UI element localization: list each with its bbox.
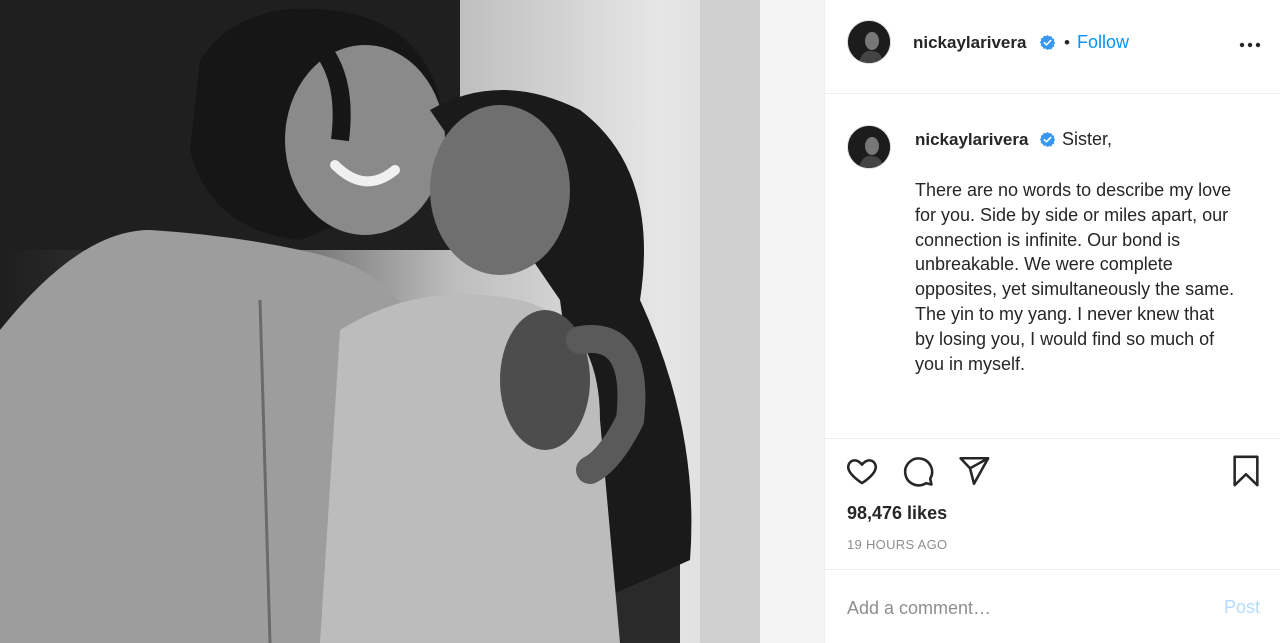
photo-illustration — [0, 0, 824, 643]
caption-avatar[interactable] — [847, 125, 891, 169]
caption-username[interactable]: nickaylarivera — [915, 130, 1028, 150]
comment-input[interactable] — [847, 593, 1207, 623]
avatar-image — [848, 21, 890, 63]
avatar-image — [848, 126, 890, 168]
likes-count[interactable]: 98,476 likes — [847, 503, 947, 524]
caption-text: There are no words to describe my love f… — [915, 180, 1235, 374]
separator-dot: • — [1064, 33, 1070, 52]
avatar[interactable] — [847, 20, 891, 64]
header-username[interactable]: nickaylarivera — [913, 33, 1026, 53]
post-sidebar: nickaylarivera • Follow nickaylarivera S… — [824, 0, 1280, 643]
post-actions: 98,476 likes 19 HOURS AGO — [825, 438, 1280, 570]
more-options-icon[interactable] — [1237, 32, 1263, 58]
caption-first-line: Sister, — [1062, 129, 1113, 149]
verified-badge-icon — [1039, 35, 1056, 50]
post-header: nickaylarivera • Follow — [825, 0, 1280, 94]
post-timestamp[interactable]: 19 HOURS AGO — [847, 537, 947, 552]
verified-badge-icon — [1039, 132, 1056, 147]
bookmark-icon[interactable] — [1229, 454, 1263, 488]
post-photo[interactable] — [0, 0, 824, 643]
comment-icon[interactable] — [901, 454, 935, 488]
share-icon[interactable] — [957, 454, 991, 488]
add-comment-bar: Post — [825, 571, 1280, 643]
post-comment-button[interactable]: Post — [1224, 597, 1260, 618]
caption-section: nickaylarivera Sister, There are no word… — [825, 95, 1280, 438]
follow-button[interactable]: Follow — [1077, 32, 1129, 53]
heart-icon[interactable] — [845, 454, 879, 488]
